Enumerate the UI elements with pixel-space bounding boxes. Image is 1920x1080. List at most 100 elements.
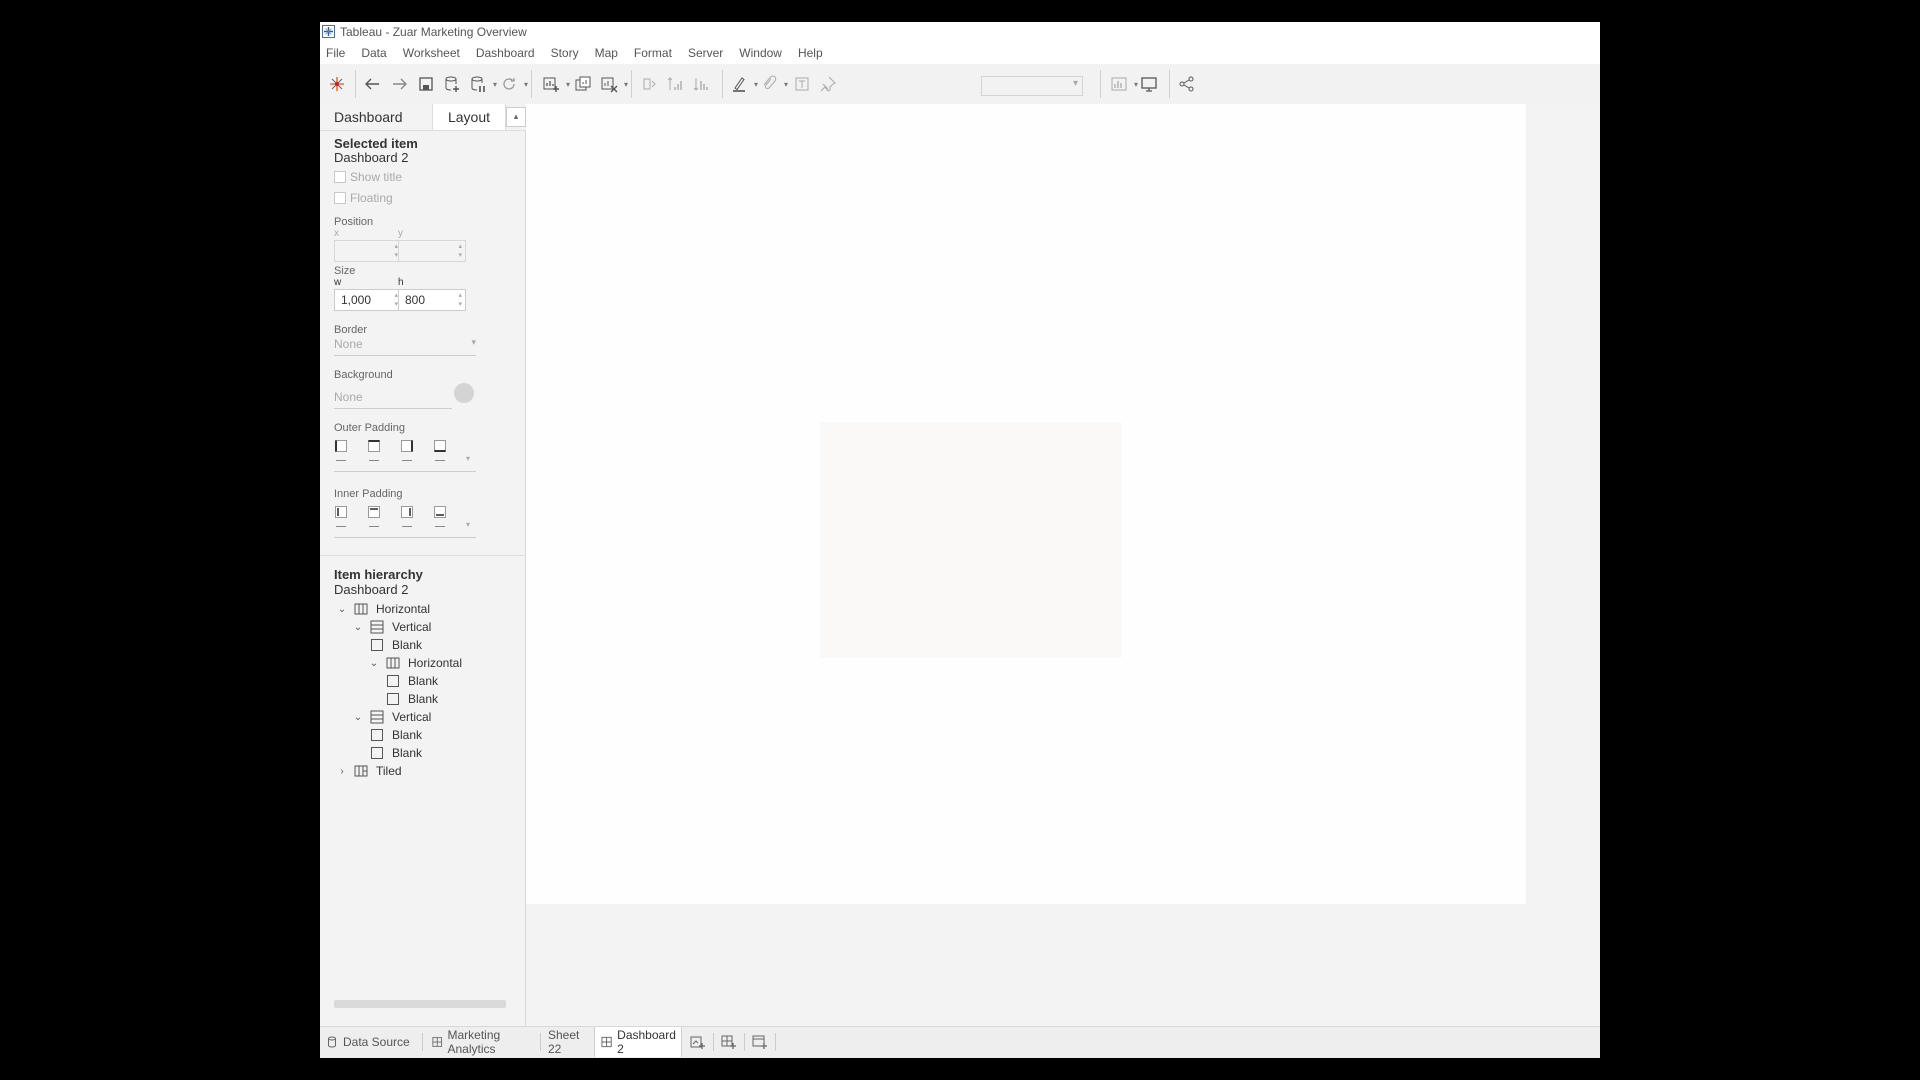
new-data-source-icon[interactable] [441,73,463,95]
menu-file[interactable]: File [326,46,345,60]
fix-axes-icon[interactable] [817,73,839,95]
outer-padding-bottom-value[interactable] [435,460,445,461]
inner-padding-top-value[interactable] [369,526,379,527]
size-w-label: w [334,277,342,288]
outer-padding-caret-icon[interactable]: ▾ [466,454,470,463]
chevron-down-icon[interactable]: ⌄ [336,604,348,615]
swap-axes-icon[interactable] [638,73,660,95]
inner-padding-caret-icon[interactable]: ▾ [466,520,470,529]
inner-padding-right-value[interactable] [402,526,412,527]
show-title-checkbox[interactable] [334,171,346,183]
data-source-icon [328,1036,336,1048]
menu-map[interactable]: Map [595,46,618,60]
show-labels-icon[interactable] [791,73,813,95]
outer-padding-right-value[interactable] [402,460,412,461]
redo-icon[interactable] [388,73,410,95]
inner-padding-right-icon[interactable] [400,505,414,519]
chevron-down-icon[interactable]: ⌄ [352,622,364,633]
show-me-icon[interactable]: ▾ [1108,73,1138,95]
tree-item-horizontal[interactable]: ⌄ Horizontal [336,600,430,618]
pause-updates-icon[interactable]: ▾ [467,73,497,95]
dashboard-icon [432,1037,443,1047]
tab-layout[interactable]: Layout [432,104,506,130]
tab-sheet-22[interactable]: Sheet 22 [542,1027,592,1057]
menu-worksheet[interactable]: Worksheet [403,46,460,60]
inner-padding-left-icon[interactable] [334,505,348,519]
tree-item-blank[interactable]: Blank [370,744,422,762]
outer-padding-left-value[interactable] [336,460,346,461]
sort-descending-icon[interactable] [690,73,712,95]
pane-menu-icon[interactable]: ▴ [506,107,526,127]
background-color-swatch[interactable] [454,383,474,403]
save-icon[interactable] [415,73,437,95]
menu-window[interactable]: Window [739,46,782,60]
position-x-input[interactable]: ▴ ▾ [334,240,402,262]
tab-data-source[interactable]: Data Source [320,1027,420,1057]
outer-padding-bottom-icon[interactable] [433,439,447,453]
border-label: Border [334,324,368,336]
blank-object-icon [371,747,383,759]
chevron-down-icon[interactable]: ⌄ [368,658,380,669]
sort-ascending-icon[interactable] [664,73,686,95]
size-label: Size [334,265,356,277]
horizontal-container-icon [354,603,368,615]
outer-padding-top-icon[interactable] [367,439,381,453]
share-icon[interactable] [1176,73,1198,95]
new-dashboard-tab-icon[interactable] [721,1034,737,1050]
refresh-icon[interactable]: ▾ [498,73,528,95]
duplicate-sheet-icon[interactable] [572,73,594,95]
border-dropdown[interactable]: None ▾ [334,337,476,356]
tableau-window: Tableau - Zuar Marketing Overview File D… [320,22,1600,1058]
group-icon[interactable]: ▾ [758,73,788,95]
menu-story[interactable]: Story [551,46,579,60]
tab-marketing-analytics[interactable]: Marketing Analytics [426,1027,538,1057]
chevron-down-icon[interactable]: ⌄ [352,712,364,723]
clear-sheet-icon[interactable]: ▾ [598,73,628,95]
tree-item-blank[interactable]: Blank [386,690,438,708]
outer-padding-right-icon[interactable] [400,439,414,453]
new-story-tab-icon[interactable] [752,1034,768,1050]
new-worksheet-tab-icon[interactable] [690,1034,706,1050]
position-x-label: x [334,228,339,239]
new-worksheet-icon[interactable]: ▾ [540,73,570,95]
tree-item-vertical[interactable]: ⌄ Vertical [352,618,432,636]
size-h-label: h [398,277,404,288]
tableau-logo-icon[interactable] [326,73,348,95]
floating-checkbox[interactable] [334,192,346,204]
tree-item-blank[interactable]: Blank [370,636,422,654]
size-w-input[interactable]: 1,000 ▴ ▾ [334,289,402,311]
blank-object-icon [371,729,383,741]
inner-padding-label: Inner Padding [334,488,403,500]
tree-item-horizontal[interactable]: ⌄ Horizontal [368,654,462,672]
menu-format[interactable]: Format [634,46,672,60]
menu-help[interactable]: Help [798,46,823,60]
inner-padding-bottom-value[interactable] [435,526,445,527]
highlight-icon[interactable]: ▾ [728,73,758,95]
background-dropdown[interactable]: None [334,390,452,409]
menu-data[interactable]: Data [361,46,386,60]
position-y-input[interactable]: ▴ ▾ [398,240,466,262]
pane-horizontal-scrollbar[interactable] [334,1000,506,1008]
tree-item-blank[interactable]: Blank [386,672,438,690]
undo-icon[interactable] [362,73,384,95]
blank-object[interactable] [820,422,1122,658]
size-h-input[interactable]: 800 ▴ ▾ [398,289,466,311]
tab-dashboard-2[interactable]: Dashboard 2 [594,1027,682,1057]
inner-padding-bottom-icon[interactable] [433,505,447,519]
vertical-container-icon [370,710,384,724]
tree-item-vertical[interactable]: ⌄ Vertical [352,708,432,726]
tree-item-tiled[interactable]: › Tiled [336,762,401,780]
outer-padding-left-icon[interactable] [334,439,348,453]
inner-padding-left-value[interactable] [336,526,346,527]
menu-server[interactable]: Server [688,46,723,60]
fit-select[interactable] [981,76,1083,96]
tree-item-blank[interactable]: Blank [370,726,422,744]
chevron-right-icon[interactable]: › [336,766,348,777]
menu-dashboard[interactable]: Dashboard [476,46,535,60]
tab-dashboard[interactable]: Dashboard [320,104,432,130]
toolbar: ▾ ▾ ▾ ▾ ▾ ▾ ▾ ▾ [320,64,1600,105]
presentation-mode-icon[interactable] [1138,73,1160,95]
outer-padding-top-value[interactable] [369,460,379,461]
dashboard-canvas[interactable] [526,104,1526,904]
inner-padding-top-icon[interactable] [367,505,381,519]
